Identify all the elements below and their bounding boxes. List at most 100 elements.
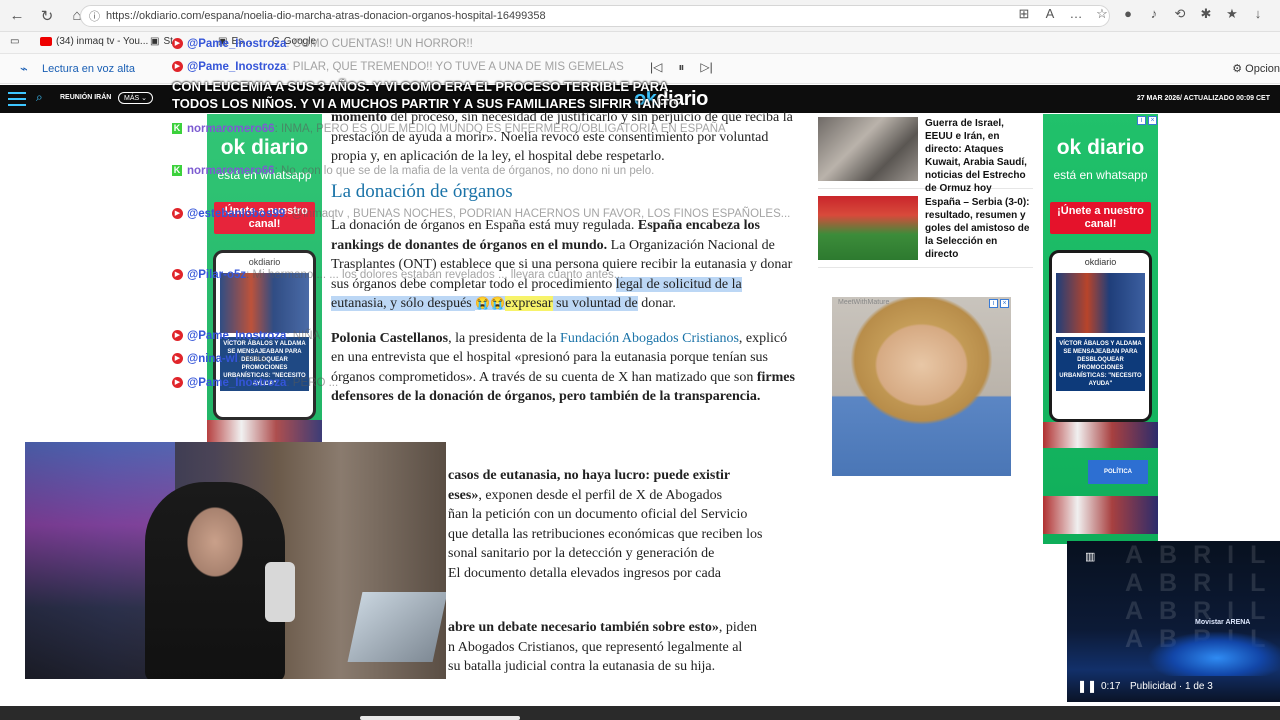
stream-chat: ▶ @Pame_Inostroza: COMO CUENTAS!! UN HORR… [172,36,790,406]
laptop [347,592,446,662]
ad-info-icon[interactable]: i [1137,116,1146,125]
bookmark-youtube[interactable]: (34) inmaq tv - You... [40,36,148,47]
ad-strip-image [207,420,322,444]
tabs-icon[interactable]: ▭ [10,36,19,47]
kick-icon: K [172,123,182,135]
pause-icon[interactable]: ❚❚ [1077,679,1097,693]
youtube-icon [40,37,52,46]
chat-message: ▶ @Pame_Inostroza: PERO ... [172,377,338,389]
news-thumbnail[interactable] [818,117,918,181]
news-item[interactable]: España – Serbia (3-0): resultado, resume… [818,196,1033,268]
text-line: sonal sanitario por la detección y gener… [448,546,715,561]
address-bar[interactable]: ⓘ https://okdiario.com/espana/noelia-dio… [80,5,1110,27]
text-line: abre un debate necesario también sobre e… [448,620,758,635]
chat-message: ▶ @estebanlobos99: @inmaqtv , BUENAS NOCH… [172,208,790,220]
chat-message: Knormaromero66: INMA, PERO ES QUE MEDIO … [172,123,726,135]
ad-brand: Movistar ARENA [1195,619,1251,626]
join-channel-button[interactable]: ¡Únete a nuestro canal! [1050,202,1151,234]
webcam-feed [25,442,446,679]
header-date: 27 MAR 2026/ ACTUALIZADO 00:09 CET [1136,95,1270,102]
sound-icon[interactable]: ♪ [1146,6,1162,22]
youtube-icon: ▶ [172,61,183,73]
news-thumbnail[interactable] [818,196,918,260]
back-icon[interactable]: ← [4,3,30,29]
text-line: El documento detalla elevados ingresos p… [448,565,721,581]
chat-message: ▶ @Pame_Inostroza: PILAR, QUE TREMENDO!! … [172,61,624,73]
text-line: n Abogados Cristianos, que representó le… [448,639,743,655]
news-title[interactable]: Guerra de Israel, EEUU e Irán, en direct… [925,117,1031,195]
reload-icon[interactable]: ↻ [34,3,60,29]
microphone [265,562,295,622]
youtube-icon: ▶ [172,353,183,365]
phone-card: VÍCTOR ÁBALOS Y ALDAMA SE MENSAJEABAN PA… [1056,337,1145,391]
article-body-continued: casos de eutanasia, no haya lucro: puede… [448,466,798,677]
refresh-ext-icon[interactable]: ⟲ [1172,6,1188,22]
ad-strip-image [1043,422,1158,448]
ad-close-icon[interactable]: × [1148,116,1157,125]
search-icon[interactable]: ⌕ [36,90,43,105]
video-ad[interactable]: ▥ ABRIL ABRIL ABRIL ABRIL Movistar ARENA… [1067,541,1280,702]
ad-bg-text: ABRIL [1125,541,1280,569]
more-menu-button[interactable]: MÁS ⌄ [118,92,153,104]
streamer [145,482,285,679]
pause-icon[interactable]: ⏸ [678,60,684,75]
politics-tag: POLÍTICA [1088,460,1148,484]
chat-message: ▶ @nina-wl: hola [172,353,266,365]
chart-icon: ▥ [1085,551,1096,563]
ad-bg-text: ABRIL [1125,569,1280,597]
taskbar [0,706,1280,720]
ad-strip-image [1043,496,1158,534]
url-text: https://okdiario.com/espana/noelia-dio-m… [106,10,546,22]
site-info-icon[interactable]: ⓘ [89,8,100,24]
folder-icon: ▣ [150,36,160,47]
youtube-icon: ▶ [172,330,183,342]
read-aloud-icon[interactable]: A [1042,6,1058,22]
text-line: su batalla judicial contra la eutanasia … [448,659,716,674]
video-time: 0:17 [1101,681,1121,692]
ad-image[interactable] [832,297,1011,476]
ad-info-icon[interactable]: i [989,299,998,308]
chat-message: Knormaromero66: No, con lo que se de la … [172,165,655,177]
whatsapp-ad[interactable]: ok diario está en whatsapp ¡Únete a nues… [1043,114,1158,544]
ad-source-label: MeetWithMature [838,299,890,306]
next-icon[interactable]: ▷| [700,60,712,75]
stage-lights [1147,631,1280,676]
text-line: eses», exponen desde el perfil de X de A… [448,487,723,503]
extension-icons: ⊞ A … ☆ ● ♪ ⟲ ✱ ★ ↓ [1016,6,1266,22]
ad-close-icon[interactable]: × [1000,299,1009,308]
taskbar-app[interactable] [360,716,520,720]
nav-tag[interactable]: REUNIÓN IRÁN [60,94,111,101]
phone-mockup: okdiario VÍCTOR ÁBALOS Y ALDAMA SE MENSA… [1049,250,1152,422]
apps-icon[interactable]: ⊞ [1016,6,1032,22]
news-item[interactable]: Guerra de Israel, EEUU e Irán, en direct… [818,117,1033,194]
puzzle-icon[interactable]: ✱ [1198,6,1214,22]
read-aloud-label[interactable]: Lectura en voz alta [42,63,135,75]
text-line: ñan la petición con un documento oficial… [448,507,748,522]
kick-icon: K [172,165,182,177]
favorite-icon[interactable]: ☆ [1094,6,1110,22]
youtube-icon: ▶ [172,38,183,50]
more-icon[interactable]: … [1068,6,1084,22]
chat-message: ▶ @Pilar-o5z: Mi hermano ... ... los dolo… [172,269,623,281]
download-icon[interactable]: ↓ [1250,6,1266,22]
options-button[interactable]: ⚙ Opcion [1232,62,1280,75]
ad-logo: ok diario [1056,136,1145,159]
youtube-icon: ▶ [172,377,183,389]
browser-toolbar: ← ↻ ⌂ ⓘ https://okdiario.com/espana/noel… [0,0,1280,32]
text-line: que detalla las retribuciones económicas… [448,526,763,542]
ad-label: Publicidad · 1 de 3 [1130,681,1213,692]
phone-header: okdiario [1084,257,1117,267]
youtube-icon: ▶ [172,208,183,220]
text-line: casos de eutanasia, no haya lucro: puede… [448,468,731,483]
news-title[interactable]: España – Serbia (3-0): resultado, resume… [925,196,1031,261]
favorites-icon[interactable]: ★ [1224,6,1240,22]
read-aloud-icon: ⌁ [20,61,28,76]
video-controls: ❚❚ 0:17 Publicidad · 1 de 3 [1067,672,1280,702]
youtube-icon: ▶ [172,269,183,281]
extension-icon[interactable]: ● [1120,6,1136,22]
chat-message: ▶ @Pame_Inostroza: NIÑA [172,330,320,342]
menu-icon[interactable] [8,92,26,106]
chat-message: ▶ @Pame_Inostroza: COMO CUENTAS!! UN HORR… [172,38,473,50]
screen: ← ↻ ⌂ ⓘ https://okdiario.com/espana/noel… [0,0,1280,720]
